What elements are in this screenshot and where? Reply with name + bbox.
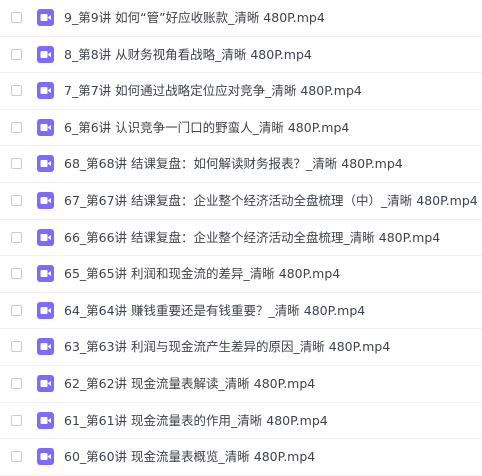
file-name[interactable]: 66_第66讲 结课复盘：企业整个经济活动全盘梳理_清晰 480P.mp4 xyxy=(64,220,440,256)
file-name[interactable]: 7_第7讲 如何通过战略定位应对竞争_清晰 480P.mp4 xyxy=(64,73,362,109)
video-file-icon xyxy=(37,265,54,283)
file-row[interactable]: 6_第6讲 认识竞争一门口的野蛮人_清晰 480P.mp4 xyxy=(0,110,482,147)
file-row[interactable]: 64_第64讲 赚钱重要还是有钱重要？_清晰 480P.mp4 xyxy=(0,293,482,330)
video-file-icon xyxy=(37,301,54,319)
file-row[interactable]: 66_第66讲 结课复盘：企业整个经济活动全盘梳理_清晰 480P.mp4 xyxy=(0,220,482,257)
file-row[interactable]: 8_第8讲 从财务视角看战略_清晰 480P.mp4 xyxy=(0,37,482,74)
row-checkbox[interactable] xyxy=(11,414,22,426)
file-row[interactable]: 61_第61讲 现金流量表的作用_清晰 480P.mp4 xyxy=(0,403,482,440)
video-file-icon xyxy=(37,118,54,136)
video-file-icon xyxy=(37,155,54,173)
file-name[interactable]: 67_第67讲 结课复盘：企业整个经济活动全盘梳理（中）_清晰 480P.mp4 xyxy=(64,183,478,219)
row-checkbox[interactable] xyxy=(11,158,22,170)
file-name[interactable]: 8_第8讲 从财务视角看战略_清晰 480P.mp4 xyxy=(64,37,312,73)
file-name[interactable]: 64_第64讲 赚钱重要还是有钱重要？_清晰 480P.mp4 xyxy=(64,293,365,329)
file-row[interactable]: 9_第9讲 如何“管”好应收账款_清晰 480P.mp4 xyxy=(0,0,482,37)
video-file-icon xyxy=(37,375,54,392)
video-file-icon xyxy=(37,411,54,429)
video-file-icon xyxy=(37,338,54,356)
file-name[interactable]: 63_第63讲 利润与现金流产生差异的原因_清晰 480P.mp4 xyxy=(64,329,390,365)
file-name[interactable]: 6_第6讲 认识竞争一门口的野蛮人_清晰 480P.mp4 xyxy=(64,110,349,146)
file-row[interactable]: 60_第60讲 现金流量表概览_清晰 480P.mp4 xyxy=(0,439,482,476)
file-row[interactable]: 68_第68讲 结课复盘：如何解读财务报表？_清晰 480P.mp4 xyxy=(0,146,482,183)
row-checkbox[interactable] xyxy=(11,341,22,353)
video-file-icon xyxy=(37,45,54,63)
row-checkbox[interactable] xyxy=(11,231,22,243)
video-file-icon xyxy=(37,448,54,466)
file-name[interactable]: 68_第68讲 结课复盘：如何解读财务报表？_清晰 480P.mp4 xyxy=(64,146,403,182)
row-checkbox[interactable] xyxy=(11,85,22,97)
row-checkbox[interactable] xyxy=(11,268,22,280)
row-checkbox[interactable] xyxy=(11,195,22,206)
file-row[interactable]: 63_第63讲 利润与现金流产生差异的原因_清晰 480P.mp4 xyxy=(0,329,482,366)
file-row[interactable]: 65_第65讲 利润和现金流的差异_清晰 480P.mp4 xyxy=(0,256,482,293)
row-checkbox[interactable] xyxy=(11,378,22,389)
file-row[interactable]: 7_第7讲 如何通过战略定位应对竞争_清晰 480P.mp4 xyxy=(0,73,482,110)
video-file-icon xyxy=(37,228,54,246)
file-name[interactable]: 65_第65讲 利润和现金流的差异_清晰 480P.mp4 xyxy=(64,256,340,292)
file-row[interactable]: 67_第67讲 结课复盘：企业整个经济活动全盘梳理（中）_清晰 480P.mp4 xyxy=(0,183,482,220)
row-checkbox[interactable] xyxy=(11,48,22,60)
row-checkbox[interactable] xyxy=(11,12,22,23)
video-file-icon xyxy=(37,9,54,26)
file-name[interactable]: 61_第61讲 现金流量表的作用_清晰 480P.mp4 xyxy=(64,403,328,439)
row-checkbox[interactable] xyxy=(11,451,22,463)
row-checkbox[interactable] xyxy=(11,121,22,133)
file-name[interactable]: 9_第9讲 如何“管”好应收账款_清晰 480P.mp4 xyxy=(64,0,325,36)
file-list: 9_第9讲 如何“管”好应收账款_清晰 480P.mp4 8_第8讲 从财务视角… xyxy=(0,0,482,476)
video-file-icon xyxy=(37,192,54,209)
file-name[interactable]: 62_第62讲 现金流量表解读_清晰 480P.mp4 xyxy=(64,366,315,402)
file-row[interactable]: 62_第62讲 现金流量表解读_清晰 480P.mp4 xyxy=(0,366,482,403)
row-checkbox[interactable] xyxy=(11,304,22,316)
file-name[interactable]: 60_第60讲 现金流量表概览_清晰 480P.mp4 xyxy=(64,439,315,475)
video-file-icon xyxy=(37,82,54,100)
